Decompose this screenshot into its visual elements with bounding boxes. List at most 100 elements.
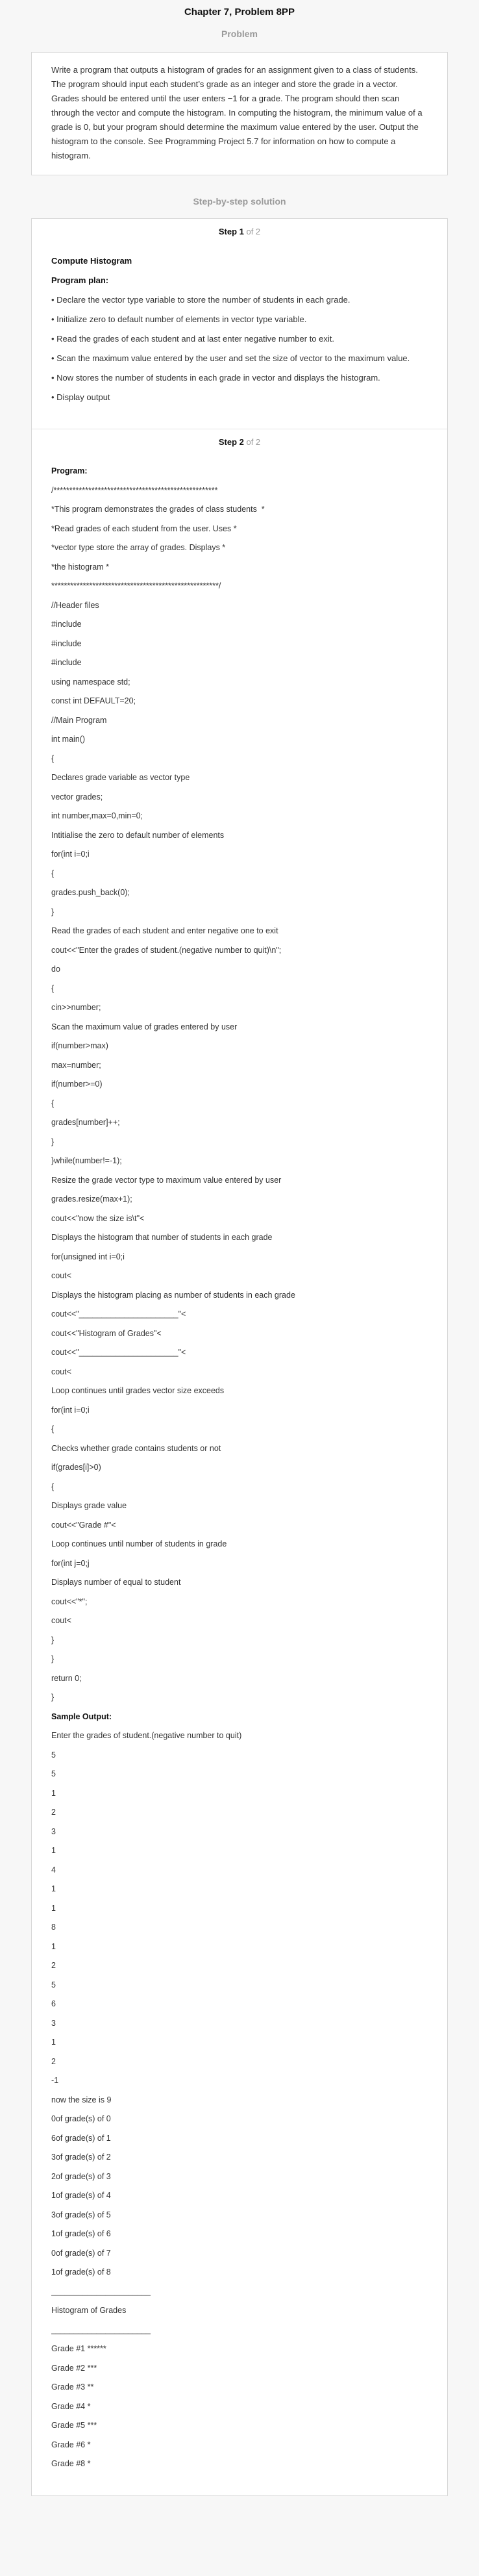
program-line: *the histogram * (51, 562, 109, 572)
step-1: Step 1 of 2 Compute Histogram Program pl… (32, 219, 447, 429)
plan-item: • Now stores the number of students in e… (51, 373, 380, 383)
program-line: Displays the histogram that number of st… (51, 1233, 273, 1242)
program-line: grades.push_back(0); (51, 888, 130, 897)
program-line: cout<<"Grade #"< (51, 1520, 116, 1530)
program-line: ______________________ (51, 2325, 151, 2334)
program-line: ______________________ (51, 2286, 151, 2296)
program-line: Checks whether grade contains students o… (51, 1443, 221, 1453)
program-line: 6 (51, 1999, 56, 2008)
program-line: cout<<"*"; (51, 1597, 88, 1606)
program-line: grades.resize(max+1); (51, 1194, 132, 1204)
program-line: grades[number]++; (51, 1118, 120, 1127)
program-line: int number,max=0,min=0; (51, 811, 143, 820)
program-line: Scan the maximum value of grades entered… (51, 1022, 238, 1031)
step-2-number: Step 2 (218, 437, 244, 447)
program-line: Resize the grade vector type to maximum … (51, 1175, 282, 1185)
plan-item: • Initialize zero to default number of e… (51, 314, 307, 324)
program-line: Intitialise the zero to default number o… (51, 830, 225, 840)
solution-steps: Step 1 of 2 Compute Histogram Program pl… (31, 218, 448, 2496)
problem-heading: Problem (221, 29, 258, 39)
program-line: 5 (51, 1980, 56, 1989)
program-line: //Main Program (51, 715, 107, 725)
program-line: { (51, 1424, 55, 1433)
step-1-of-total: of 2 (243, 227, 261, 236)
program-line: { (51, 1482, 55, 1491)
program-line: //Header files (51, 600, 99, 610)
program-line: 1 (51, 1941, 56, 1951)
program-line: } (51, 1693, 55, 1702)
program-line: do (51, 965, 60, 974)
program-line: for(int i=0;i (51, 1405, 90, 1415)
program-line: 2 (51, 1961, 56, 1970)
program-line: max=number; (51, 1060, 101, 1070)
program-line: 3of grade(s) of 2 (51, 2153, 111, 2162)
program-line: #include (51, 658, 82, 667)
program-line: 1 (51, 1884, 56, 1893)
program-line: 1 (51, 1903, 56, 1913)
program-line: 4 (51, 1865, 56, 1875)
program-line: 5 (51, 1750, 56, 1760)
program-line: } (51, 1654, 55, 1663)
program-line: 2of grade(s) of 3 (51, 2171, 111, 2181)
section-title: Program: (51, 466, 88, 475)
program-line: }while(number!=-1); (51, 1156, 122, 1165)
program-line: Grade #8 * (51, 2459, 91, 2468)
program-line: Grade #5 *** (51, 2421, 97, 2430)
program-line: } (51, 1635, 55, 1645)
program-line: Grade #6 * (51, 2440, 91, 2449)
program-line: cout< (51, 1271, 71, 1280)
program-line: cout<<"now the size is\t"< (51, 1213, 145, 1223)
program-line: 1of grade(s) of 4 (51, 2191, 111, 2200)
program-line: 1 (51, 2038, 56, 2047)
program-listing: Program: /*******************************… (51, 465, 428, 2470)
program-line: cout<<"Enter the grades of student.(nega… (51, 945, 282, 955)
program-line: /***************************************… (51, 485, 218, 495)
step-2-of-total: of 2 (243, 437, 261, 447)
program-line: return 0; (51, 1673, 82, 1683)
program-line: Histogram of Grades (51, 2306, 127, 2315)
program-line: { (51, 1098, 55, 1108)
plan-item: • Declare the vector type variable to st… (51, 295, 350, 305)
program-line: now the size is 9 (51, 2095, 112, 2104)
program-line: 1 (51, 1846, 56, 1855)
program-line: cout<<"______________________"< (51, 1348, 186, 1357)
step-1-label: Step 1 of 2 (51, 227, 428, 236)
program-plan-list: • Declare the vector type variable to st… (51, 294, 428, 404)
program-line: Read the grades of each student and ente… (51, 926, 278, 935)
program-line: using namespace std; (51, 677, 130, 687)
program-line: cout< (51, 1367, 71, 1376)
plan-item: • Scan the maximum value entered by the … (51, 353, 410, 363)
program-line: for(int j=0;j (51, 1558, 90, 1568)
program-line: 0of grade(s) of 0 (51, 2114, 111, 2123)
program-line: 3of grade(s) of 5 (51, 2210, 111, 2219)
program-line: Displays grade value (51, 1501, 127, 1510)
program-line: *vector type store the array of grades. … (51, 543, 226, 552)
program-plan-title: Program plan: (51, 275, 109, 285)
program-line: if(number>max) (51, 1041, 108, 1050)
program-line: if(number>=0) (51, 1080, 103, 1089)
plan-item: • Read the grades of each student and at… (51, 334, 334, 344)
program-line: Declares grade variable as vector type (51, 773, 190, 782)
program-line: Grade #3 ** (51, 2382, 94, 2392)
program-line: Displays number of equal to student (51, 1578, 181, 1587)
program-line: 1 (51, 1788, 56, 1798)
program-line: vector grades; (51, 792, 103, 802)
program-line: *This program demonstrates the grades of… (51, 505, 265, 514)
problem-text: Write a program that outputs a histogram… (51, 65, 423, 160)
program-line: for(unsigned int i=0;i (51, 1252, 125, 1261)
program-line: const int DEFAULT=20; (51, 696, 136, 705)
program-line: *Read grades of each student from the us… (51, 524, 237, 533)
program-line: cout<<"Histogram of Grades"< (51, 1328, 162, 1338)
program-line: 3 (51, 1826, 56, 1836)
step-1-number: Step 1 (218, 227, 244, 236)
program-line: 3 (51, 2018, 56, 2028)
program-line: Grade #4 * (51, 2401, 91, 2411)
program-line: cout<<"______________________"< (51, 1309, 186, 1319)
program-line: { (51, 983, 55, 993)
section-title: Sample Output: (51, 1711, 112, 1721)
step-2: Step 2 of 2 Program: /*******************… (32, 429, 447, 2495)
program-line: #include (51, 638, 82, 648)
program-line: Loop continues until grades vector size … (51, 1386, 225, 1395)
program-line: } (51, 907, 55, 916)
program-line: 2 (51, 1808, 56, 1817)
